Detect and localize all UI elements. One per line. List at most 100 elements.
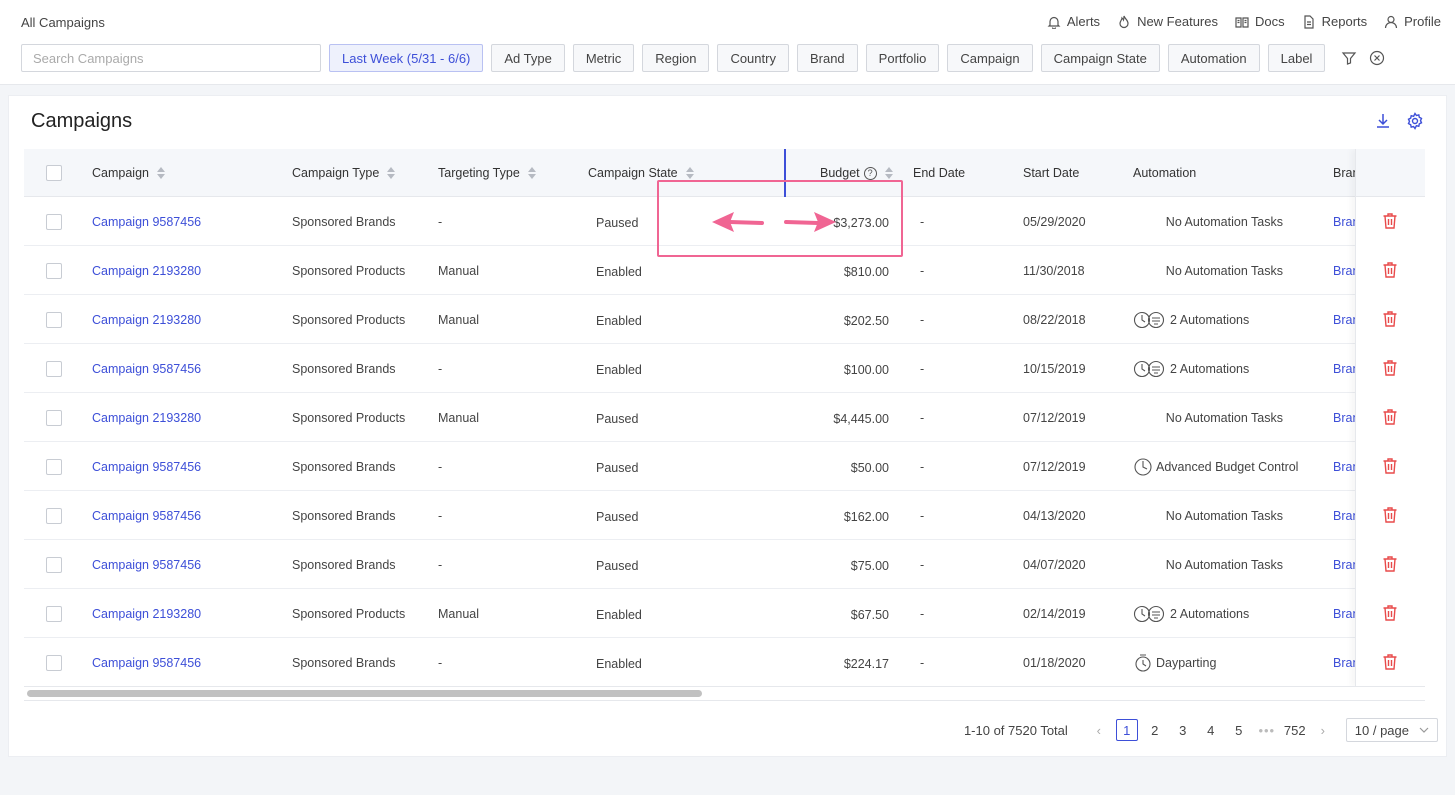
automation-cell[interactable]: 2 Automations (1133, 344, 1249, 393)
row-checkbox[interactable] (46, 246, 62, 295)
filter-campaign-state[interactable]: Campaign State (1040, 44, 1160, 72)
page-5[interactable]: 5 (1228, 719, 1250, 741)
campaign-link[interactable]: Campaign 2193280 (92, 295, 201, 344)
budget-cell[interactable]: $50.00 (789, 442, 889, 491)
filter-region[interactable]: Region (642, 44, 710, 72)
row-checkbox[interactable] (46, 295, 62, 344)
campaign-state-cell[interactable]: Paused (596, 442, 638, 491)
budget-cell[interactable]: $4,445.00 (789, 393, 889, 442)
automation-cell[interactable]: Advanced Budget Control (1133, 442, 1298, 491)
automation-cell[interactable]: Dayparting (1133, 638, 1216, 686)
row-checkbox[interactable] (46, 442, 62, 491)
delete-trash-icon[interactable] (1382, 506, 1398, 524)
topnav-alerts[interactable]: Alerts (1047, 14, 1100, 29)
pagination-jump-next[interactable]: ••• (1256, 719, 1278, 741)
table-row[interactable]: Campaign 9587456 Sponsored Brands - Paused $… (24, 491, 1425, 540)
column-header-targeting-type[interactable]: Targeting Type (438, 149, 536, 197)
delete-trash-icon[interactable] (1382, 555, 1398, 573)
table-row[interactable]: Campaign 9587456 Sponsored Brands - Enabled… (24, 638, 1425, 686)
campaign-link[interactable]: Campaign 2193280 (92, 246, 201, 295)
page-size-select[interactable]: 10 / page (1345, 718, 1438, 742)
filter-brand[interactable]: Brand (796, 44, 858, 72)
table-row[interactable]: Campaign 2193280 Sponsored Products Manual… (24, 589, 1425, 638)
delete-trash-icon[interactable] (1382, 261, 1398, 279)
filter-campaign[interactable]: Campaign (947, 44, 1033, 72)
sort-icon[interactable] (156, 167, 165, 179)
table-row[interactable]: Campaign 2193280 Sponsored Products Manual… (24, 295, 1425, 344)
column-header-start-date[interactable]: Start Date (1023, 149, 1079, 197)
download-icon[interactable] (1374, 112, 1392, 133)
sort-icon[interactable] (685, 167, 694, 179)
campaign-link[interactable]: Campaign 2193280 (92, 393, 201, 442)
budget-cell[interactable]: $162.00 (789, 491, 889, 540)
delete-trash-icon[interactable] (1382, 212, 1398, 230)
horizontal-scrollbar[interactable] (24, 687, 1425, 701)
budget-cell[interactable]: $224.17 (789, 638, 889, 686)
budget-cell[interactable]: $202.50 (789, 295, 889, 344)
campaign-state-cell[interactable]: Paused (596, 197, 638, 246)
filter-label[interactable]: Label (1267, 44, 1326, 72)
delete-trash-icon[interactable] (1382, 457, 1398, 475)
automation-cell[interactable]: 2 Automations (1133, 295, 1249, 344)
delete-trash-icon[interactable] (1382, 604, 1398, 622)
page-2[interactable]: 2 (1144, 719, 1166, 741)
topnav-new-features[interactable]: New Features (1117, 14, 1218, 29)
column-header-campaign[interactable]: Campaign (92, 149, 165, 197)
sort-icon[interactable] (387, 167, 396, 179)
budget-cell[interactable]: $100.00 (789, 344, 889, 393)
campaign-state-cell[interactable]: Enabled (596, 589, 642, 638)
search-input[interactable] (21, 44, 321, 72)
column-header-campaign-type[interactable]: Campaign Type (292, 149, 396, 197)
campaign-link[interactable]: Campaign 2193280 (92, 589, 201, 638)
automation-cell[interactable]: 2 Automations (1133, 589, 1249, 638)
scrollbar-thumb[interactable] (27, 690, 702, 697)
campaign-state-cell[interactable]: Paused (596, 491, 638, 540)
filter-metric[interactable]: Metric (572, 44, 635, 72)
campaign-state-cell[interactable]: Enabled (596, 344, 642, 393)
row-checkbox[interactable] (46, 393, 62, 442)
budget-cell[interactable]: $67.50 (789, 589, 889, 638)
table-row[interactable]: Campaign 9587456 Sponsored Brands - Paused $… (24, 540, 1425, 589)
table-row[interactable]: Campaign 9587456 Sponsored Brands - Paused $… (24, 442, 1425, 491)
campaign-state-cell[interactable]: Paused (596, 540, 638, 589)
column-header-end-date[interactable]: End Date (913, 149, 965, 197)
topnav-reports[interactable]: Reports (1302, 14, 1367, 29)
topnav-profile[interactable]: Profile (1384, 14, 1441, 29)
campaign-link[interactable]: Campaign 9587456 (92, 344, 201, 393)
filter-country[interactable]: Country (717, 44, 789, 72)
campaign-link[interactable]: Campaign 9587456 (92, 491, 201, 540)
date-range-filter[interactable]: Last Week (5/31 - 6/6) (329, 44, 484, 72)
clear-filters-icon[interactable] (1367, 48, 1387, 68)
sort-icon[interactable] (884, 167, 893, 179)
budget-cell[interactable]: $75.00 (789, 540, 889, 589)
campaign-state-cell[interactable]: Enabled (596, 295, 642, 344)
filter-portfolio[interactable]: Portfolio (865, 44, 940, 72)
page-4[interactable]: 4 (1200, 719, 1222, 741)
campaign-link[interactable]: Campaign 9587456 (92, 197, 201, 246)
delete-trash-icon[interactable] (1382, 653, 1398, 671)
row-checkbox[interactable] (46, 344, 62, 393)
table-row[interactable]: Campaign 9587456 Sponsored Brands - Enabled… (24, 344, 1425, 393)
help-icon[interactable]: ? (863, 166, 877, 180)
campaign-state-cell[interactable]: Enabled (596, 246, 642, 295)
campaign-link[interactable]: Campaign 9587456 (92, 442, 201, 491)
settings-gear-icon[interactable] (1406, 112, 1424, 133)
delete-trash-icon[interactable] (1382, 408, 1398, 426)
filter-automation[interactable]: Automation (1167, 44, 1260, 72)
campaign-state-cell[interactable]: Paused (596, 393, 638, 442)
delete-trash-icon[interactable] (1382, 359, 1398, 377)
column-header-automation[interactable]: Automation (1133, 149, 1196, 197)
campaign-link[interactable]: Campaign 9587456 (92, 540, 201, 589)
sort-icon[interactable] (527, 167, 536, 179)
campaign-link[interactable]: Campaign 9587456 (92, 638, 201, 686)
delete-trash-icon[interactable] (1382, 310, 1398, 328)
filter-ad-type[interactable]: Ad Type (491, 44, 565, 72)
select-all-checkbox[interactable] (46, 149, 62, 197)
page-3[interactable]: 3 (1172, 719, 1194, 741)
funnel-icon[interactable] (1339, 48, 1359, 68)
row-checkbox[interactable] (46, 589, 62, 638)
topnav-docs[interactable]: Docs (1235, 14, 1285, 29)
row-checkbox[interactable] (46, 638, 62, 686)
next-page-chevron-icon[interactable]: › (1312, 719, 1334, 741)
row-checkbox[interactable] (46, 540, 62, 589)
